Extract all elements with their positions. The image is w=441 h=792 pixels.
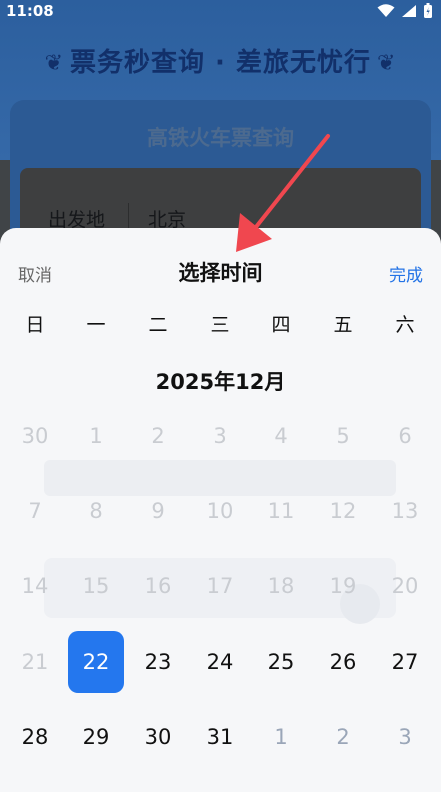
day-cell: 6: [398, 424, 412, 448]
day-cell: 9: [151, 499, 165, 523]
day-cell: 14: [21, 574, 49, 598]
day-cell: 20: [391, 574, 419, 598]
date-picker-sheet: 取消 选择时间 完成 日一二三四五六 2025年12月 30 1 2 3 4 5 6 7 8 9 1…: [0, 228, 441, 792]
signal-icon: [402, 5, 416, 17]
status-icons: [377, 3, 433, 19]
weekday-label: 五: [333, 314, 353, 336]
day-cell: 2: [151, 424, 165, 448]
weekday-label: 一: [86, 314, 106, 336]
selected-day-cell[interactable]: 22: [68, 631, 124, 693]
day-cell: 15: [82, 574, 110, 598]
day-cell[interactable]: 24: [192, 631, 248, 693]
day-cell: 3: [213, 424, 227, 448]
day-cell: 13: [391, 499, 419, 523]
field-divider: [128, 203, 129, 229]
day-cell: 8: [89, 499, 103, 523]
done-button[interactable]: 完成: [389, 261, 423, 286]
banner-text: 票务秒查询 · 差旅无忧行: [70, 48, 371, 78]
weekday-label: 三: [210, 314, 230, 336]
sheet-title: 选择时间: [178, 261, 263, 285]
day-cell[interactable]: 1: [253, 706, 309, 768]
battery-icon: [424, 3, 432, 18]
day-cell[interactable]: 25: [253, 631, 309, 693]
day-cell: 18: [267, 574, 295, 598]
laurel-right-icon: ❦: [376, 51, 397, 76]
day-cell[interactable]: 27: [377, 631, 433, 693]
day-cell: 17: [206, 574, 234, 598]
day-cell[interactable]: 31: [192, 706, 248, 768]
banner: ❦ 票务秒查询 · 差旅无忧行 ❦: [0, 42, 441, 79]
status-time: 11:08: [6, 2, 54, 20]
day-cell: 30: [21, 424, 49, 448]
weekday-label: 四: [271, 314, 291, 336]
day-cell[interactable]: 3: [377, 706, 433, 768]
weekday-label: 二: [148, 314, 168, 336]
day-cell: 11: [267, 499, 295, 523]
day-cell[interactable]: 23: [130, 631, 186, 693]
day-cell[interactable]: 2: [315, 706, 371, 768]
status-bar: 11:08: [0, 0, 441, 26]
day-cell: 1: [89, 424, 103, 448]
day-cell: 10: [206, 499, 234, 523]
day-cell: 5: [336, 424, 350, 448]
weekday-label: 日: [25, 314, 45, 336]
day-cell[interactable]: 30: [130, 706, 186, 768]
day-cell: 19: [329, 574, 357, 598]
day-cell: 4: [274, 424, 288, 448]
day-cell: 16: [144, 574, 172, 598]
day-cell: 12: [329, 499, 357, 523]
weekday-label: 六: [395, 314, 415, 336]
month-label: 2025年12月: [155, 370, 286, 394]
day-cell: 7: [28, 499, 42, 523]
day-cell[interactable]: 28: [7, 706, 63, 768]
laurel-left-icon: ❦: [44, 51, 64, 76]
wifi-icon: [377, 4, 395, 17]
day-cell: 21: [21, 650, 49, 674]
day-cell[interactable]: 26: [315, 631, 371, 693]
sheet-header: 取消 选择时间 完成: [0, 228, 441, 314]
day-cell[interactable]: 29: [68, 706, 124, 768]
weekday-header: 日一二三四五六: [0, 310, 441, 340]
card-title: 高铁火车票查询: [147, 126, 294, 150]
